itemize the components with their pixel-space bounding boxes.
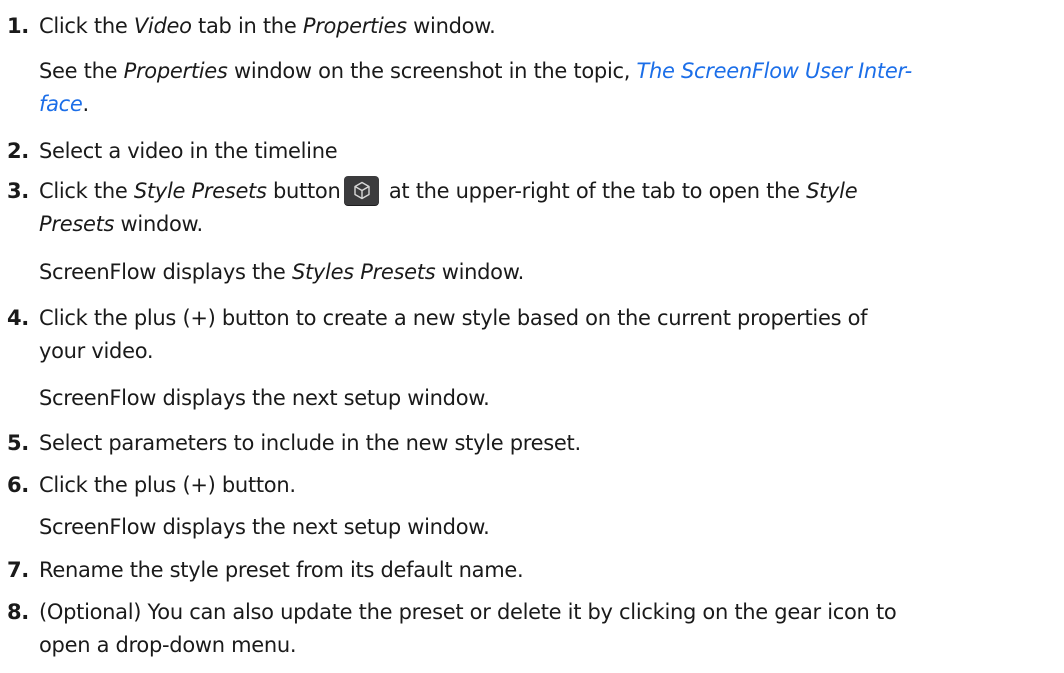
text-run: . bbox=[82, 92, 90, 116]
text-run: tab in the bbox=[191, 14, 303, 38]
step-number: 7. bbox=[7, 558, 29, 582]
text-run: Click the bbox=[39, 179, 134, 203]
step-number: 6. bbox=[7, 473, 29, 497]
emphasis-presets: Presets bbox=[39, 212, 115, 236]
text-run: button bbox=[266, 179, 341, 203]
step-6-note: ScreenFlow displays the next setup windo… bbox=[39, 515, 490, 539]
step-text: Select parameters to include in the new … bbox=[39, 431, 581, 455]
text-run: window. bbox=[114, 212, 204, 236]
step-number: 2. bbox=[7, 139, 29, 163]
step-text: Click the plus (+) button to create a ne… bbox=[39, 302, 1057, 368]
text-run: your video. bbox=[39, 339, 154, 363]
emphasis-properties: Properties bbox=[123, 59, 228, 83]
text-run: (Optional) You can also update the prese… bbox=[39, 600, 897, 624]
document-page: 1. Click the Video tab in the Properties… bbox=[0, 0, 1064, 673]
text-run: window on the screenshot in the topic, bbox=[227, 59, 637, 83]
text-run: window. bbox=[435, 260, 525, 284]
emphasis-video: Video bbox=[133, 14, 192, 38]
step-number: 8. bbox=[7, 600, 29, 624]
step-number: 5. bbox=[7, 431, 29, 455]
step-text: Click the Video tab in the Properties wi… bbox=[39, 10, 1057, 43]
step-1-note: See the Properties window on the screens… bbox=[39, 55, 1054, 121]
link-screenflow-user-interface[interactable]: The ScreenFlow User Inter- bbox=[636, 59, 912, 83]
text-run: Click the bbox=[39, 14, 134, 38]
link-screenflow-user-interface-cont[interactable]: face bbox=[39, 92, 83, 116]
text-run: See the bbox=[39, 59, 124, 83]
step-text: Click the Style Presets button at the up… bbox=[39, 175, 1057, 241]
step-text: Click the plus (+) button. bbox=[39, 473, 296, 497]
emphasis-style: Style bbox=[806, 179, 858, 203]
text-run: window. bbox=[406, 14, 496, 38]
step-number: 3. bbox=[7, 179, 29, 203]
step-3-note: ScreenFlow displays the Styles Presets w… bbox=[39, 256, 1054, 289]
emphasis-styles-presets: Styles Presets bbox=[291, 260, 436, 284]
emphasis-properties: Properties bbox=[302, 14, 407, 38]
text-run: Click the plus (+) button to create a ne… bbox=[39, 306, 868, 330]
step-text: Select a video in the timeline bbox=[39, 139, 338, 163]
text-run: open a drop-down menu. bbox=[39, 633, 297, 657]
step-number: 1. bbox=[7, 14, 29, 38]
text-run: ScreenFlow displays the bbox=[39, 260, 292, 284]
step-text: (Optional) You can also update the prese… bbox=[39, 596, 1057, 662]
step-4-note: ScreenFlow displays the next setup windo… bbox=[39, 386, 490, 410]
step-text: Rename the style preset from its default… bbox=[39, 558, 524, 582]
step-number: 4. bbox=[7, 306, 29, 330]
style-presets-button[interactable] bbox=[344, 176, 380, 205]
text-run: at the upper-right of the tab to open th… bbox=[382, 179, 807, 203]
emphasis-style-presets: Style Presets bbox=[133, 179, 267, 203]
cube-icon bbox=[354, 181, 371, 200]
